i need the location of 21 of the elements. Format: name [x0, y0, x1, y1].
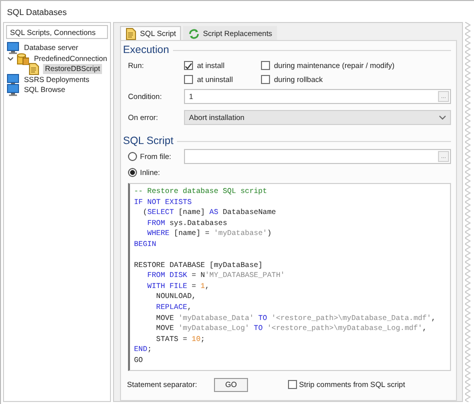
radio-button[interactable] — [128, 168, 137, 177]
chevron-down-icon — [439, 115, 446, 120]
refresh-icon — [188, 28, 200, 40]
checkbox[interactable] — [184, 75, 193, 84]
checkbox[interactable] — [261, 75, 270, 84]
chevron-icon[interactable] — [7, 55, 14, 62]
check-mark-icon — [184, 62, 193, 70]
monitor-icon — [7, 84, 19, 96]
checkbox[interactable] — [184, 61, 193, 70]
radio-button[interactable] — [128, 152, 137, 161]
script-icon — [28, 63, 40, 76]
section-title: SQL Script — [123, 135, 174, 147]
section-title: Execution — [123, 44, 170, 56]
script-icon — [125, 28, 137, 40]
database-icon — [17, 52, 29, 65]
monitor-icon — [7, 42, 19, 54]
monitor-icon — [7, 74, 19, 86]
window-title: SQL Databases — [6, 6, 68, 19]
checkbox[interactable] — [261, 61, 270, 70]
code-editor[interactable] — [128, 183, 451, 371]
checkbox[interactable] — [288, 380, 298, 389]
